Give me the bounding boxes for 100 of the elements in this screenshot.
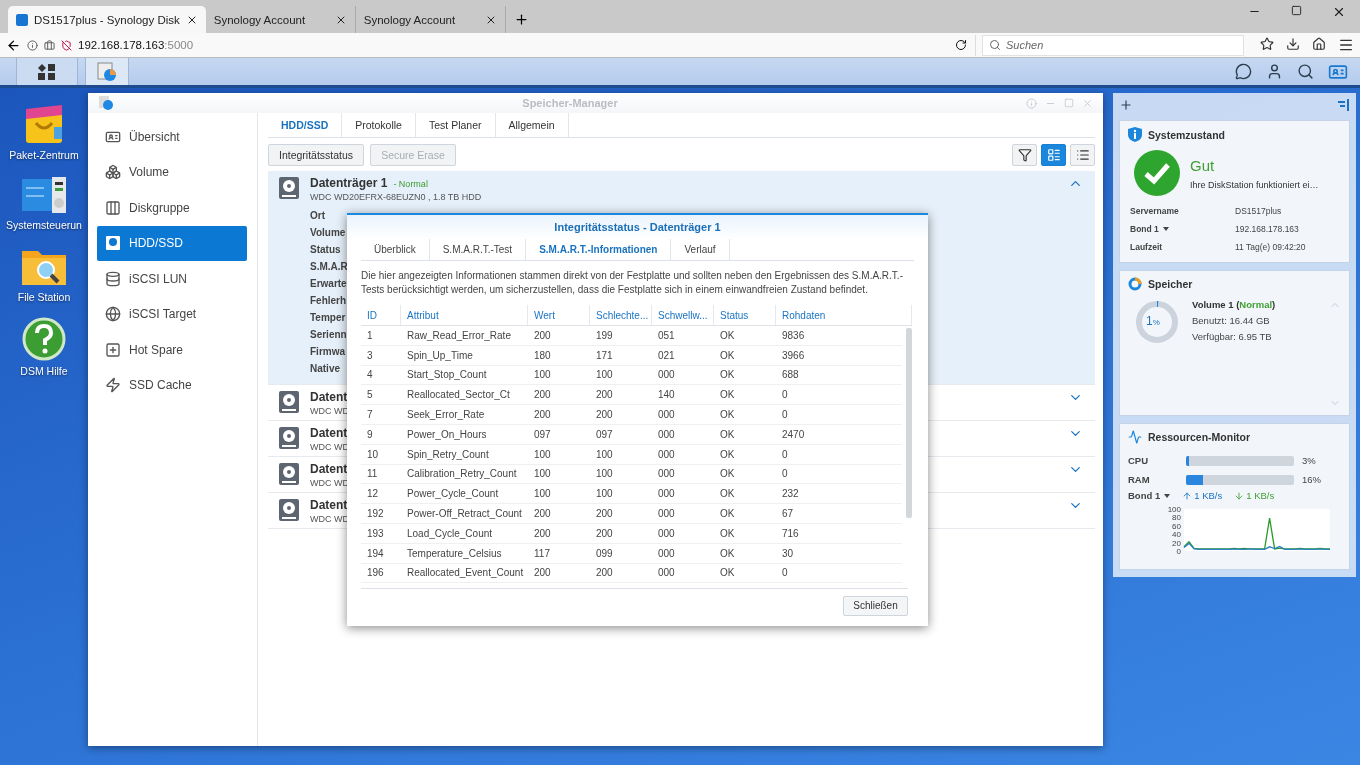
table-cell-text: 200 [533, 388, 552, 403]
upload-speed: 1 KB/s [1182, 490, 1223, 501]
table-cell-text: 000 [657, 447, 676, 462]
meter-reading: 3% [1301, 455, 1317, 466]
info-value: DS1517plus [1235, 206, 1283, 216]
table-cell-text: OK [719, 348, 736, 363]
table-cell-text: OK [719, 427, 736, 442]
table-cell-text: 1 [366, 328, 374, 343]
table-cell-text: 0 [781, 388, 789, 403]
health-state: Gut [1190, 156, 1216, 174]
table-cell-text: OK [719, 328, 736, 343]
table-cell-text: OK [719, 526, 736, 541]
table-cell-text: 180 [533, 348, 552, 363]
detail-label: Volume [310, 227, 346, 240]
table-cell-text: 10 [366, 447, 380, 462]
table-cell-text: 200 [533, 408, 552, 423]
disk-name: Datent [310, 462, 348, 476]
table-cell-text: OK [719, 408, 736, 423]
table-cell-text: 0 [781, 408, 789, 423]
table-cell-text: 000 [657, 368, 676, 383]
table-cell-text: OK [719, 368, 736, 383]
table-cell-text: 100 [533, 467, 552, 482]
dialog-title: Integritätsstatus - Datenträger 1 [347, 215, 928, 239]
axis-tick-label: 20 [1172, 538, 1181, 548]
description-text: Die hier angezeigten Informationen stammen direkt von der Festplatte und sollten neben den Ergebnissen des S.M.A.R.T.-Tests berücksichtigt werden, um sicherzustellen, dass die Festplatte sich in einem einwandfreien Zustand befindet. [361, 269, 904, 297]
table-cell-text: 9836 [781, 328, 806, 343]
meter-reading: 16% [1301, 474, 1322, 485]
axis-tick-label: 60 [1172, 521, 1181, 531]
table-cell-text: 0 [781, 447, 789, 462]
disk-name: Datent [310, 498, 348, 512]
detail-label: Native [310, 363, 340, 376]
health-message: Ihre DiskStation funktioniert ei… [1190, 179, 1319, 190]
table-cell-text: OK [719, 487, 736, 502]
table-cell-text: OK [719, 467, 736, 482]
table-cell-text: 5 [366, 388, 374, 403]
table-cell-text: OK [719, 447, 736, 462]
table-cell-text: Start_Stop_Count [406, 368, 488, 383]
download-speed: 1 KB/s [1234, 490, 1275, 501]
table-cell-text: 30 [781, 546, 795, 561]
detail-label: Status [310, 244, 341, 257]
axis-tick-label: 0 [1176, 547, 1181, 555]
axis-tick-label: 80 [1172, 513, 1181, 523]
table-cell-text: 000 [657, 546, 676, 561]
table-cell-text: 000 [657, 427, 676, 442]
table-cell-text: OK [719, 388, 736, 403]
table-cell-text: 000 [657, 487, 676, 502]
table-cell-text: 021 [657, 348, 676, 363]
table-cell-text: Spin_Retry_Count [406, 447, 490, 462]
detail-label: Ort [310, 210, 325, 223]
detail-label: Fehlerh [310, 295, 347, 308]
detail-label: Serienn [310, 329, 347, 342]
table-cell-text: 3 [366, 348, 374, 363]
usage-ring: 1% [1134, 299, 1180, 345]
table-cell-text: Reallocated_Event_Count [406, 566, 525, 581]
table-cell-text: 200 [533, 526, 552, 541]
table-cell-text: 000 [657, 526, 676, 541]
info-value: 192.168.178.163 [1235, 224, 1300, 234]
table-cell-text: 100 [595, 447, 614, 462]
table-cell-text: Power_Cycle_Count [406, 487, 500, 502]
table-cell-text: 2470 [781, 427, 806, 442]
table-cell-text: Load_Cycle_Count [406, 526, 494, 541]
table-cell-text: 688 [781, 368, 800, 383]
meter-label: RAM [1128, 474, 1151, 485]
table-cell-text: 171 [595, 348, 614, 363]
table-cell-text: 9 [366, 427, 374, 442]
table-cell-text: 097 [595, 427, 614, 442]
detail-label: S.M.A.R [310, 261, 348, 274]
table-cell-text: 11 [366, 467, 379, 482]
table-cell-text: Calibration_Retry_Count [406, 467, 518, 482]
disk-status: - Normal [393, 179, 428, 189]
table-cell-text: 200 [595, 566, 614, 581]
table-cell-text: 100 [533, 487, 552, 502]
table-cell-text: 0 [781, 467, 789, 482]
detail-label: Erwarte [310, 278, 347, 291]
table-cell-text: 232 [781, 487, 800, 502]
table-cell-text: 200 [533, 566, 552, 581]
table-cell-text: 097 [533, 427, 552, 442]
table-cell-text: Spin_Up_Time [406, 348, 474, 363]
detail-label: Temper [310, 312, 346, 325]
table-cell-text: 0 [781, 566, 789, 581]
table-cell-text: 000 [657, 566, 676, 581]
table-cell-text: Power-Off_Retract_Count [406, 507, 523, 522]
table-cell-text: 194 [366, 546, 385, 561]
table-cell-text: 192 [366, 507, 385, 522]
table-cell-text: 200 [595, 507, 614, 522]
table-cell-text: Raw_Read_Error_Rate [406, 328, 512, 343]
table-cell-text: 199 [595, 328, 614, 343]
used-space: Benutzt: 16.44 GB [1192, 315, 1271, 326]
table-cell-text: OK [719, 546, 736, 561]
info-value: 11 Tag(e) 09:42:20 [1235, 242, 1307, 252]
table-cell-text: Temperature_Celsius [406, 546, 503, 561]
table-cell-text: 100 [595, 368, 614, 383]
table-cell-text: 4 [366, 368, 374, 383]
table-cell-text: Seek_Error_Rate [406, 408, 486, 423]
table-cell-text: Power_On_Hours [406, 427, 488, 442]
axis-tick-label: 40 [1172, 530, 1181, 540]
disk-name: Datent [310, 426, 348, 440]
card-title: Systemzustand [1148, 128, 1226, 141]
table-cell-text: 140 [657, 388, 676, 403]
table-cell-text: 200 [595, 408, 614, 423]
